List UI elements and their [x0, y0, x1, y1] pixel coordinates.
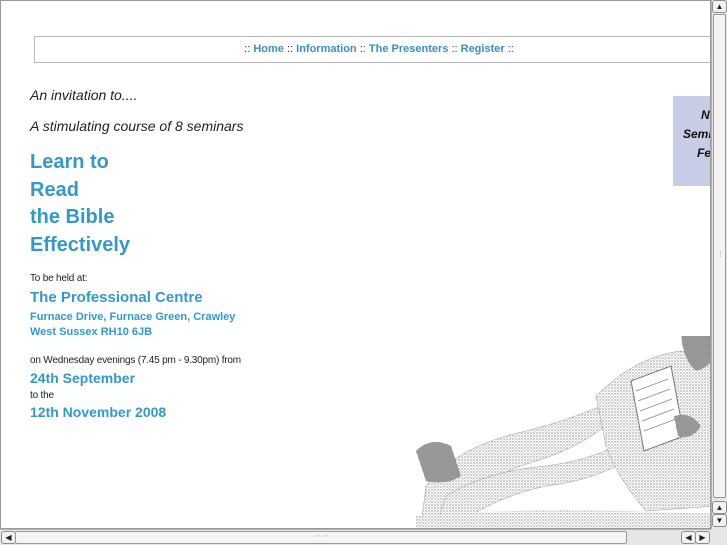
- address-line: Furnace Drive, Furnace Green, Crawley: [30, 311, 236, 323]
- held-at-label: To be held at:: [30, 273, 88, 284]
- headline: Learn to Read the Bible Effectively: [30, 149, 130, 259]
- scroll-left-button[interactable]: ◀: [1, 531, 16, 544]
- nav-separator: ::: [451, 43, 458, 55]
- horizontal-scrollbar[interactable]: ◀ ⋯⋯ ◀ ▶: [0, 529, 711, 545]
- grip-icon: ⋯⋯: [314, 533, 330, 540]
- headline-line: Read: [30, 178, 79, 201]
- nav-link-presenters[interactable]: The Presenters: [369, 43, 448, 55]
- reading-man-illustration: [416, 336, 710, 528]
- top-navigation: :: Home :: Information :: The Presenters…: [34, 36, 710, 63]
- vertical-scrollbar[interactable]: ▲ ⋮⋮ ▲ ▼: [711, 0, 727, 529]
- nav-link-information[interactable]: Information: [296, 43, 357, 55]
- side-panel-text: Fe: [697, 146, 711, 160]
- intro-text: An invitation to....: [30, 87, 138, 103]
- venue-name: The Professional Centre: [30, 289, 203, 306]
- side-panel-text: Semi: [683, 127, 711, 141]
- page-viewport: :: Home :: Information :: The Presenters…: [0, 0, 711, 529]
- horizontal-scroll-thumb[interactable]: ⋯⋯: [15, 531, 627, 544]
- end-date: 12th November 2008: [30, 404, 167, 420]
- scroll-left-button[interactable]: ◀: [681, 531, 696, 544]
- side-notice-panel: N Semi Fe: [673, 96, 711, 186]
- grip-icon: ⋮⋮: [717, 251, 727, 258]
- headline-line: Learn to: [30, 151, 109, 173]
- nav-separator: ::: [507, 43, 514, 55]
- course-description: A stimulating course of 8 seminars: [30, 118, 244, 134]
- address-line: West Sussex RH10 6JB: [30, 326, 153, 338]
- headline-line: the Bible: [30, 206, 115, 228]
- nav-link-home[interactable]: Home: [253, 43, 284, 55]
- scroll-up-button[interactable]: ▲: [712, 0, 727, 13]
- side-panel-text: N: [701, 108, 710, 122]
- nav-separator: ::: [359, 43, 366, 55]
- nav-separator: ::: [244, 43, 251, 55]
- nav-link-register[interactable]: Register: [461, 43, 505, 55]
- scroll-down-button[interactable]: ▼: [712, 514, 727, 527]
- scrollbar-corner: [711, 529, 727, 545]
- start-date: 24th September: [30, 370, 136, 386]
- headline-line: Effectively: [30, 233, 131, 256]
- to-label: to the: [30, 390, 54, 401]
- nav-separator: ::: [286, 43, 294, 55]
- schedule-text: on Wednesday evenings (7.45 pm - 9.30pm)…: [30, 355, 241, 366]
- scroll-up-button[interactable]: ▲: [712, 501, 727, 514]
- scroll-right-button[interactable]: ▶: [695, 531, 710, 544]
- vertical-scroll-thumb[interactable]: ⋮⋮: [713, 14, 727, 498]
